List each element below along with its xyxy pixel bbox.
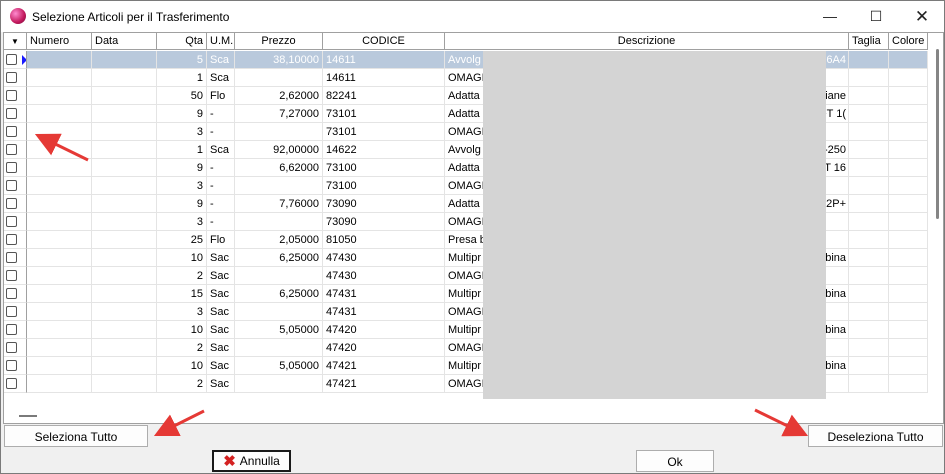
annotation-arrow-deselect-all <box>754 408 809 437</box>
annotation-arrow-select-all <box>153 409 205 437</box>
annotation-arrow-checkbox <box>34 133 89 162</box>
annotation-arrows <box>34 133 809 437</box>
